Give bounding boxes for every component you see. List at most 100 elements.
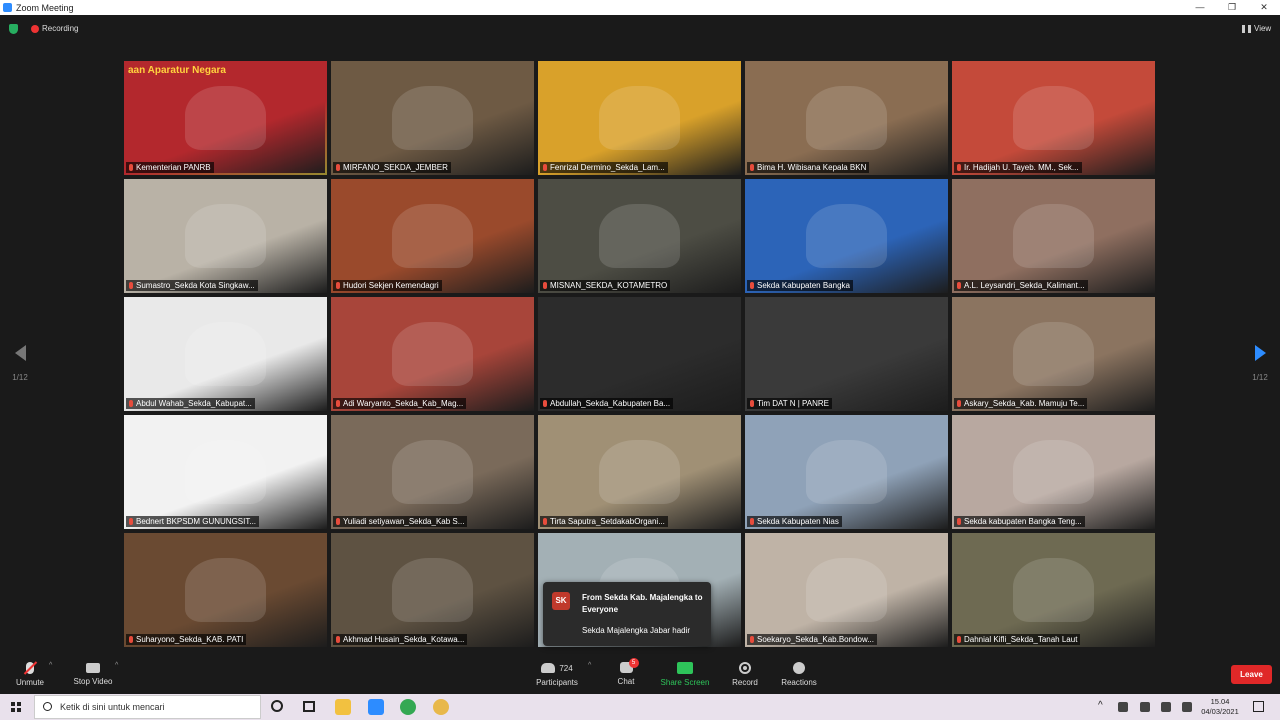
participant-video-tile[interactable]: Ir. Hadijah U. Tayeb. MM., Sek... <box>952 61 1155 175</box>
participant-name: Sekda kabupaten Bangka Teng... <box>964 517 1082 526</box>
participants-icon <box>541 663 556 673</box>
microphone-tray-icon[interactable] <box>1140 702 1150 712</box>
participant-video-tile[interactable]: Tim DAT N | PANRE <box>745 297 948 411</box>
participant-video-tile[interactable]: Abdul Wahab_Sekda_Kabupat... <box>124 297 327 411</box>
participant-name-label: Adi Waryanto_Sekda_Kab_Mag... <box>333 398 467 409</box>
participant-video-tile[interactable]: MISNAN_SEKDA_KOTAMETRO <box>538 179 741 293</box>
video-feed <box>745 297 948 411</box>
previous-page-button[interactable]: 1/12 <box>10 345 30 382</box>
windows-start-icon[interactable] <box>11 702 21 712</box>
file-explorer-icon[interactable] <box>335 699 351 715</box>
participant-video-tile[interactable]: Sumastro_Sekda Kota Singkaw... <box>124 179 327 293</box>
chat-button[interactable]: 5 Chat <box>613 658 639 686</box>
participant-video-tile[interactable]: MIRFANO_SEKDA_JEMBER <box>331 61 534 175</box>
participant-video-tile[interactable]: Bima H. Wibisana Kepala BKN <box>745 61 948 175</box>
chat-sender: From Sekda Kab. Majalengka to Everyone <box>582 593 703 614</box>
next-page-button[interactable]: 1/12 <box>1250 345 1270 382</box>
record-button[interactable]: Record <box>729 662 761 687</box>
participant-name: Ir. Hadijah U. Tayeb. MM., Sek... <box>964 163 1079 172</box>
participant-video-tile[interactable]: Adi Waryanto_Sekda_Kab_Mag... <box>331 297 534 411</box>
close-button[interactable]: ✕ <box>1248 0 1280 15</box>
participant-video-tile[interactable]: Sekda kabupaten Bangka Teng... <box>952 415 1155 529</box>
participant-name: Kementerian PANRB <box>136 163 211 172</box>
participant-name-label: MISNAN_SEKDA_KOTAMETRO <box>540 280 671 291</box>
participant-name-label: Dahnial Kifli_Sekda_Tanah Laut <box>954 634 1081 645</box>
participant-silhouette <box>184 204 267 268</box>
stop-video-label: Stop Video <box>73 677 113 686</box>
chat-unread-badge: 5 <box>628 658 639 668</box>
notification-icon[interactable] <box>1253 701 1264 712</box>
stop-video-button[interactable]: Stop Video <box>70 662 116 686</box>
minimize-button[interactable]: — <box>1184 0 1216 15</box>
participants-label: Participants <box>536 678 578 687</box>
share-screen-button[interactable]: Share Screen <box>660 662 710 687</box>
muted-mic-icon <box>957 282 961 289</box>
leave-meeting-button[interactable]: Leave <box>1231 665 1272 684</box>
participant-name-label: Sumastro_Sekda Kota Singkaw... <box>126 280 258 291</box>
participant-name-label: Suharyono_Sekda_KAB. PATI <box>126 634 247 645</box>
participant-name-label: Tim DAT N | PANRE <box>747 398 833 409</box>
participant-silhouette <box>805 86 888 150</box>
taskbar-clock[interactable]: 15.04 04/03/2021 <box>1198 697 1242 717</box>
volume-tray-icon[interactable] <box>1182 702 1192 712</box>
muted-mic-icon <box>129 400 133 407</box>
participant-video-tile[interactable]: A.L. Leysandri_Sekda_Kalimant... <box>952 179 1155 293</box>
page-indicator-right: 1/12 <box>1252 373 1268 382</box>
participant-name: A.L. Leysandri_Sekda_Kalimant... <box>964 281 1085 290</box>
chat-notification-popup[interactable]: SK From Sekda Kab. Majalengka to Everyon… <box>543 582 711 646</box>
recording-label: Recording <box>42 24 79 33</box>
participant-name-label: Fenrizal Dermino_Sekda_Lam... <box>540 162 668 173</box>
participant-name-label: Abdullah_Sekda_Kabupaten Ba... <box>540 398 674 409</box>
taskbar-search-input[interactable]: Ketik di sini untuk mencari <box>34 695 261 719</box>
colorful-app-icon[interactable] <box>433 699 449 715</box>
security-shield-icon[interactable] <box>9 24 18 34</box>
participant-video-tile[interactable]: Soekaryo_Sekda_Kab.Bondow... <box>745 533 948 647</box>
zoom-app-icon <box>3 3 12 12</box>
audio-options-caret[interactable]: ^ <box>49 662 52 669</box>
participant-video-tile[interactable]: Sekda Kabupaten Bangka <box>745 179 948 293</box>
participant-name: Yuliadi setiyawan_Sekda_Kab S... <box>343 517 465 526</box>
show-hidden-icons-caret[interactable]: ^ <box>1098 700 1103 711</box>
participants-options-caret[interactable]: ^ <box>588 662 591 669</box>
participant-video-tile[interactable]: Dahnial Kifli_Sekda_Tanah Laut <box>952 533 1155 647</box>
participant-name: Tirta Saputra_SetdakabOrgani... <box>550 517 665 526</box>
participant-video-tile[interactable]: Hudori Sekjen Kemendagri <box>331 179 534 293</box>
participant-video-tile[interactable]: Sekda Kabupaten Nias <box>745 415 948 529</box>
participant-name: Adi Waryanto_Sekda_Kab_Mag... <box>343 399 464 408</box>
participant-video-tile[interactable]: Tirta Saputra_SetdakabOrgani... <box>538 415 741 529</box>
chrome-icon[interactable] <box>400 699 416 715</box>
participant-video-tile[interactable]: Bednert BKPSDM GUNUNGSIT... <box>124 415 327 529</box>
video-options-caret[interactable]: ^ <box>115 662 118 669</box>
participant-video-tile[interactable]: aan Aparatur Negara Kementerian PANRB <box>124 61 327 175</box>
maximize-button[interactable]: ❐ <box>1216 0 1248 15</box>
participants-button[interactable]: 724 Participants <box>534 662 580 687</box>
meeting-toolbar: Unmute ^ Stop Video ^ 724 Participants ^… <box>0 656 1280 694</box>
record-icon <box>739 662 751 674</box>
participant-name-label: Bima H. Wibisana Kepala BKN <box>747 162 870 173</box>
arrow-right-icon <box>1254 345 1266 361</box>
gallery-view-icon[interactable] <box>1242 25 1251 33</box>
participant-video-tile[interactable]: Askary_Sekda_Kab. Mamuju Te... <box>952 297 1155 411</box>
window-title: Zoom Meeting <box>16 2 74 13</box>
participant-name: Fenrizal Dermino_Sekda_Lam... <box>550 163 665 172</box>
cortana-icon[interactable] <box>271 700 283 712</box>
zoom-taskbar-icon[interactable] <box>368 699 384 715</box>
participant-video-tile[interactable]: Abdullah_Sekda_Kabupaten Ba... <box>538 297 741 411</box>
wifi-tray-icon[interactable] <box>1161 702 1171 712</box>
task-view-icon[interactable] <box>303 701 315 712</box>
arrow-left-icon <box>14 345 26 361</box>
participant-video-tile[interactable]: Akhmad Husain_Sekda_Kotawa... <box>331 533 534 647</box>
window-titlebar: Zoom Meeting — ❐ ✕ <box>0 0 1280 15</box>
participant-name-label: MIRFANO_SEKDA_JEMBER <box>333 162 451 173</box>
view-button[interactable]: View <box>1254 24 1271 33</box>
reactions-button[interactable]: Reactions <box>780 662 818 687</box>
unmute-button[interactable]: Unmute <box>14 662 46 687</box>
participant-name-label: Sekda Kabupaten Nias <box>747 516 842 527</box>
participant-video-tile[interactable]: Fenrizal Dermino_Sekda_Lam... <box>538 61 741 175</box>
participant-video-tile[interactable]: Suharyono_Sekda_KAB. PATI <box>124 533 327 647</box>
participant-name-label: Sekda Kabupaten Bangka <box>747 280 853 291</box>
participant-silhouette <box>598 204 681 268</box>
participant-video-tile[interactable]: Yuliadi setiyawan_Sekda_Kab S... <box>331 415 534 529</box>
clock-time: 15.04 <box>1210 697 1230 706</box>
network-tray-icon[interactable] <box>1118 702 1128 712</box>
